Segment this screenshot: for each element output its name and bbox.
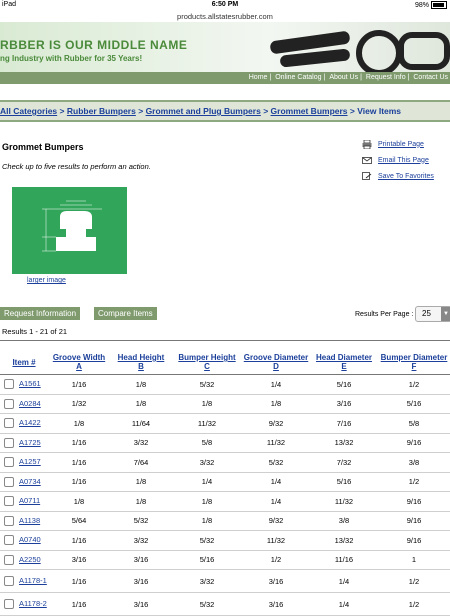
nav-request-info[interactable]: Request Info	[364, 74, 408, 81]
crumb-current: View Items	[357, 106, 402, 116]
select-checkbox[interactable]	[4, 398, 14, 409]
chevron-down-icon: ▼	[441, 307, 450, 321]
select-checkbox[interactable]	[4, 554, 14, 565]
select-checkbox[interactable]	[4, 496, 14, 507]
request-information-tab[interactable]: Request Information	[0, 307, 81, 320]
table-row: A1178-2 1/16 3/16 5/32 3/16 1/4 1/2	[0, 592, 450, 616]
crumb-grommet-bumpers[interactable]: Grommet Bumpers	[271, 106, 348, 116]
crumb-all-categories[interactable]: All Categories	[0, 106, 57, 116]
top-navigation: Home | Online Catalog | About Us | Request …	[0, 72, 450, 84]
nav-online-catalog[interactable]: Online Catalog	[273, 74, 323, 81]
item-link[interactable]: A1178-2	[19, 599, 47, 608]
item-link[interactable]: A0711	[19, 496, 40, 505]
item-link[interactable]: A1725	[19, 438, 41, 447]
larger-image-link[interactable]: larger image	[27, 277, 66, 284]
results-per-page-label: Results Per Page :	[355, 311, 414, 318]
divider	[0, 340, 450, 341]
select-checkbox[interactable]	[4, 599, 14, 609]
item-link[interactable]: A0740	[19, 535, 41, 544]
table-row: A0284 1/32 1/8 1/8 1/8 3/16 5/16	[0, 394, 450, 414]
page-actions: Printable Page Email This Page Save To F…	[362, 136, 434, 184]
clock: 6:50 PM	[211, 1, 239, 8]
item-link[interactable]: A2250	[19, 555, 41, 564]
battery-percent: 98%	[414, 1, 429, 9]
printable-page-link[interactable]: Printable Page	[378, 141, 424, 148]
table-row: A2250 3/16 3/16 5/16 1/2 11/16 1	[0, 550, 450, 570]
select-checkbox[interactable]	[4, 515, 14, 526]
item-link[interactable]: A1178-1	[19, 576, 47, 585]
table-row: A0740 1/16 3/32 5/32 11/32 13/32 9/16	[0, 530, 450, 551]
battery-status: 98%	[415, 1, 447, 9]
select-checkbox[interactable]	[4, 476, 14, 487]
nav-contact-us[interactable]: Contact Us	[411, 74, 450, 81]
select-checkbox[interactable]	[4, 437, 14, 448]
table-row: A1561 1/16 1/8 5/32 1/4 5/16 1/2	[0, 374, 450, 395]
page-title: Grommet Bumpers	[2, 142, 84, 152]
header-head-diameter[interactable]: Head Diameter E	[310, 350, 378, 375]
instruction-text: Check up to five results to perform an a…	[2, 162, 151, 171]
compare-items-tab[interactable]: Compare Items	[94, 307, 157, 320]
select-checkbox[interactable]	[4, 418, 14, 429]
results-table: Item # Groove Width A Head Height B Bumper…	[0, 350, 450, 616]
item-link[interactable]: A1257	[19, 457, 41, 466]
table-row: A1138 5/64 5/32 1/8 9/32 3/8 9/16	[0, 511, 450, 531]
site-banner: RBBER IS OUR MIDDLE NAME ng Industry wit…	[0, 22, 450, 72]
select-checkbox[interactable]	[4, 457, 14, 468]
battery-icon	[431, 1, 447, 9]
ring-product-image	[398, 32, 450, 70]
table-row: A1422 1/8 11/64 11/32 9/32 7/16 5/8	[0, 413, 450, 434]
results-per-page-select[interactable]: 25 ▼	[415, 306, 450, 322]
header-groove-diameter[interactable]: Groove Diameter D	[242, 350, 310, 375]
select-checkbox[interactable]	[4, 379, 14, 390]
email-page-action[interactable]: Email This Page	[362, 152, 434, 168]
table-row: A1257 1/16 7/64 3/32 5/32 7/32 3/8	[0, 452, 450, 473]
header-item[interactable]: Item #	[0, 350, 48, 375]
item-link[interactable]: A1422	[19, 418, 41, 427]
table-row: A0734 1/16 1/8 1/4 1/4 5/16 1/2	[0, 472, 450, 492]
header-groove-width[interactable]: Groove Width A	[48, 350, 110, 375]
nav-home[interactable]: Home	[247, 74, 270, 81]
banner-tagline: RBBER IS OUR MIDDLE NAME	[0, 38, 188, 52]
header-head-height[interactable]: Head Height B	[110, 350, 172, 375]
product-diagram[interactable]	[12, 187, 127, 274]
grommet-drawing	[42, 200, 102, 252]
crumb-grommet-plug-bumpers[interactable]: Grommet and Plug Bumpers	[146, 106, 261, 116]
item-link[interactable]: A0284	[19, 399, 41, 408]
header-bumper-height[interactable]: Bumper Height C	[172, 350, 242, 375]
item-link[interactable]: A0734	[19, 477, 41, 486]
favorites-icon	[362, 171, 372, 180]
select-checkbox[interactable]	[4, 535, 14, 546]
save-favorites-action[interactable]: Save To Favorites	[362, 168, 434, 184]
email-page-link[interactable]: Email This Page	[378, 157, 429, 164]
header-bumper-diameter[interactable]: Bumper Diameter F	[378, 350, 450, 375]
nav-about-us[interactable]: About Us	[327, 74, 360, 81]
save-favorites-link[interactable]: Save To Favorites	[378, 173, 434, 180]
item-link[interactable]: A1138	[19, 516, 40, 525]
envelope-icon	[362, 156, 372, 164]
crumb-rubber-bumpers[interactable]: Rubber Bumpers	[67, 106, 136, 116]
table-row: A1725 1/16 3/32 5/8 11/32 13/32 9/16	[0, 433, 450, 453]
address-bar[interactable]: products.allstatesrubber.com	[0, 12, 450, 22]
results-count: Results 1 - 21 of 21	[2, 327, 68, 336]
breadcrumb: All Categories > Rubber Bumpers > Gromme…	[0, 100, 450, 122]
item-link[interactable]: A1561	[19, 379, 41, 388]
select-checkbox[interactable]	[4, 576, 14, 586]
ring-product-image	[356, 30, 402, 72]
table-row: A0711 1/8 1/8 1/8 1/4 11/32 9/16	[0, 491, 450, 512]
banner-subtagline: ng Industry with Rubber for 35 Years!	[0, 54, 143, 63]
table-header-row: Item # Groove Width A Head Height B Bumper…	[0, 350, 450, 375]
printable-page-action[interactable]: Printable Page	[362, 136, 434, 152]
printer-icon	[362, 139, 372, 149]
table-row: A1178-1 1/16 3/16 3/32 3/16 1/4 1/2	[0, 569, 450, 593]
results-per-page-value: 25	[422, 309, 431, 318]
status-bar: iPad 6:50 PM 98%	[0, 0, 450, 12]
